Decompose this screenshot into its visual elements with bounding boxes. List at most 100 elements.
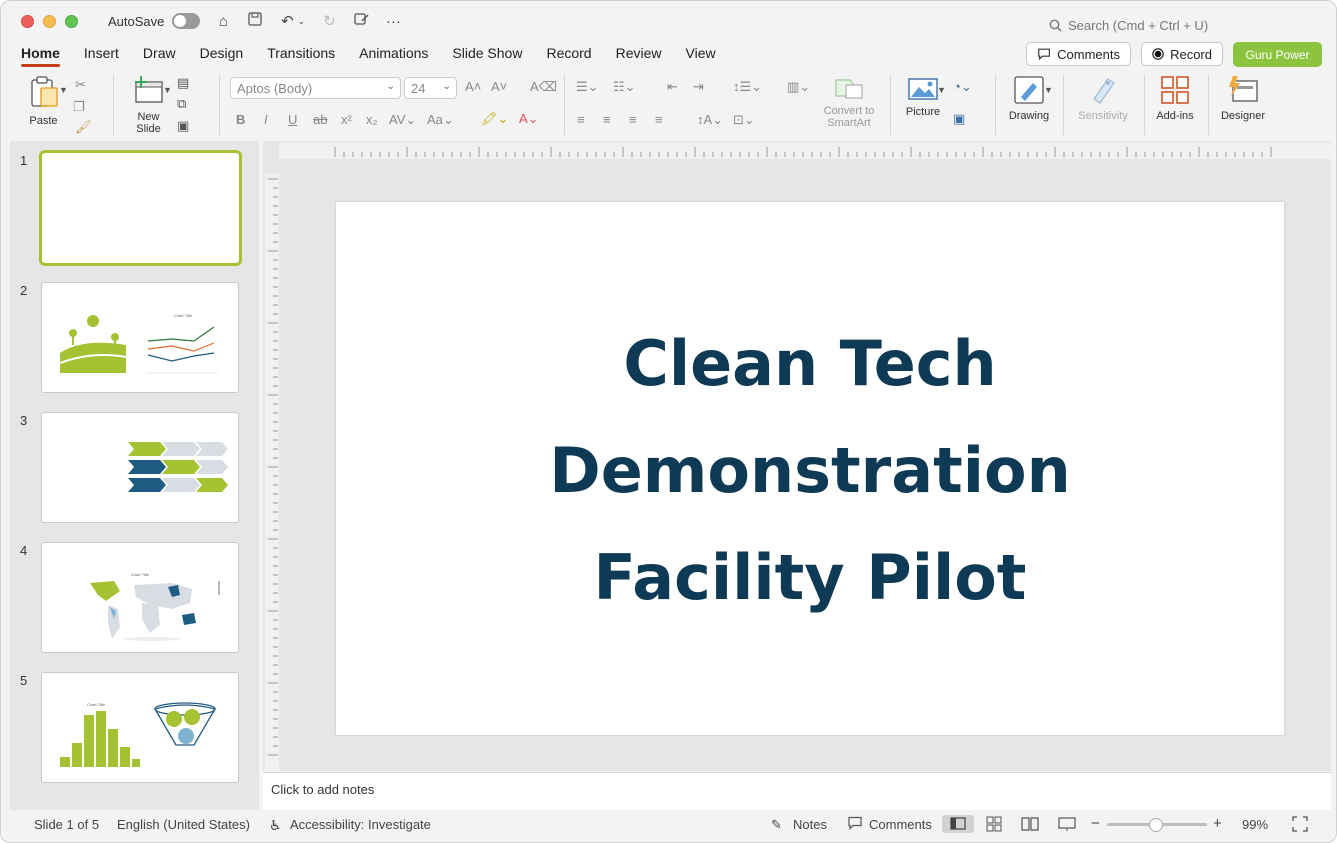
align-left-icon[interactable]: ≡: [577, 112, 585, 127]
highlight-icon[interactable]: 🖍⌄: [481, 111, 508, 127]
text-direction-icon[interactable]: ↕A⌄: [697, 112, 723, 128]
columns-icon[interactable]: ▥⌄: [787, 79, 810, 95]
zoom-in-icon[interactable]: +: [1213, 815, 1222, 832]
tab-slide-show[interactable]: Slide Show: [452, 45, 522, 67]
cut-icon[interactable]: ✂: [75, 77, 86, 93]
align-center-icon[interactable]: ≡: [603, 112, 611, 127]
comments-button[interactable]: Comments: [1026, 42, 1131, 66]
slide-thumbnail-4[interactable]: Chart Title: [41, 542, 239, 653]
fit-to-window-icon[interactable]: [1292, 816, 1308, 835]
notes-toggle-label[interactable]: Notes: [793, 817, 827, 832]
guru-power-button[interactable]: Guru Power: [1233, 42, 1322, 67]
superscript-icon[interactable]: x²: [341, 112, 352, 127]
new-slide-dropdown-icon[interactable]: ▼: [163, 85, 172, 95]
zoom-slider-thumb[interactable]: [1149, 818, 1163, 832]
tab-home[interactable]: Home: [21, 45, 60, 67]
ribbon-separator: [1063, 75, 1064, 135]
layout-icon[interactable]: ▤: [177, 75, 189, 91]
tab-insert[interactable]: Insert: [84, 45, 119, 67]
edit-document-icon[interactable]: [352, 12, 370, 30]
bullets-icon[interactable]: ☰⌄: [576, 79, 599, 95]
zoom-out-icon[interactable]: −: [1091, 815, 1100, 832]
drawing-dropdown-icon[interactable]: ▼: [1044, 85, 1053, 95]
accessibility-status[interactable]: Accessibility: Investigate: [290, 817, 431, 832]
home-icon[interactable]: ⌂: [214, 13, 232, 30]
notes-pane[interactable]: Click to add notes: [263, 772, 1331, 810]
thumbnail-4-graphic: Chart Title: [90, 572, 220, 641]
numbering-icon[interactable]: ☷⌄: [613, 79, 636, 95]
accessibility-icon[interactable]: ♿: [269, 817, 282, 834]
undo-icon[interactable]: ↶: [278, 12, 296, 30]
minimize-window-button[interactable]: [43, 14, 56, 28]
slide-editor[interactable]: Clean Tech Demonstration Facility Pilot: [263, 141, 1331, 771]
language-indicator[interactable]: English (United States): [117, 817, 250, 832]
current-slide[interactable]: Clean Tech Demonstration Facility Pilot: [336, 202, 1284, 735]
underline-icon[interactable]: U: [288, 112, 297, 127]
close-window-button[interactable]: [21, 14, 34, 28]
more-icon[interactable]: ···: [384, 13, 402, 30]
record-button[interactable]: Record: [1141, 42, 1223, 66]
comments-toggle-label[interactable]: Comments: [869, 817, 932, 832]
section-icon[interactable]: ▣: [177, 118, 189, 134]
undo-dropdown-icon[interactable]: ⌄: [296, 16, 306, 27]
picture-dropdown-icon[interactable]: ▼: [937, 85, 946, 95]
slide-thumbnail-panel[interactable]: 1 2 Chart Title 3 4 Chart Title 5 Chart …: [10, 141, 259, 810]
paste-dropdown-icon[interactable]: ▼: [59, 85, 68, 95]
tab-animations[interactable]: Animations: [359, 45, 428, 67]
format-painter-icon[interactable]: 🖌: [75, 119, 92, 135]
strikethrough-icon[interactable]: ab: [313, 112, 327, 127]
autosave-toggle[interactable]: [172, 13, 201, 29]
slide-thumbnail-2[interactable]: Chart Title: [41, 282, 239, 393]
add-ins-button[interactable]: Add-ins: [1151, 75, 1199, 122]
paste-button[interactable]: Paste: [21, 75, 66, 127]
sensitivity-button[interactable]: Sensitivity: [1072, 75, 1134, 122]
decrease-indent-icon[interactable]: ⇤: [667, 79, 678, 95]
font-size-select[interactable]: 24 ⌄: [404, 77, 457, 99]
decrease-font-icon[interactable]: A˅: [491, 79, 507, 94]
justify-icon[interactable]: ≡: [655, 112, 663, 127]
italic-icon[interactable]: I: [264, 112, 268, 127]
search-box[interactable]: Search (Cmd + Ctrl + U): [1049, 18, 1208, 33]
tab-draw[interactable]: Draw: [143, 45, 176, 67]
reset-slide-icon[interactable]: ⧉: [177, 96, 186, 112]
redo-icon[interactable]: ↻: [320, 12, 338, 30]
increase-indent-icon[interactable]: ⇥: [693, 79, 704, 95]
reading-view-icon[interactable]: [1021, 816, 1039, 835]
bold-icon[interactable]: B: [236, 112, 245, 127]
tab-design[interactable]: Design: [200, 45, 244, 67]
tab-record[interactable]: Record: [546, 45, 591, 67]
align-right-icon[interactable]: ≡: [629, 112, 637, 127]
normal-view-button[interactable]: [942, 815, 974, 833]
character-spacing-icon[interactable]: AV⌄: [389, 112, 416, 128]
new-slide-button[interactable]: New Slide: [126, 75, 171, 135]
slide-thumbnail-5[interactable]: Chart Title: [41, 672, 239, 783]
font-name-select[interactable]: Aptos (Body) ⌄: [230, 77, 401, 99]
tab-view[interactable]: View: [686, 45, 716, 67]
designer-button[interactable]: Designer: [1216, 75, 1270, 122]
notes-icon[interactable]: ✎: [771, 817, 782, 833]
line-spacing-icon[interactable]: ↕☰⌄: [733, 79, 762, 95]
zoom-level[interactable]: 99%: [1242, 817, 1268, 832]
save-icon[interactable]: [246, 12, 264, 30]
text-box-icon[interactable]: ▣: [953, 111, 965, 127]
change-case-icon[interactable]: Aa⌄: [427, 112, 454, 128]
tab-transitions[interactable]: Transitions: [267, 45, 335, 67]
font-color-icon[interactable]: A⌄: [519, 111, 539, 127]
subscript-icon[interactable]: x₂: [366, 112, 378, 127]
slide-title[interactable]: Clean Tech Demonstration Facility Pilot: [336, 310, 1284, 631]
align-text-icon[interactable]: ⊡⌄: [733, 112, 755, 128]
slide-thumbnail-1[interactable]: [39, 150, 242, 266]
drawing-button[interactable]: Drawing: [1004, 75, 1054, 122]
shapes-icon[interactable]: ◔⌄: [953, 79, 972, 95]
slide-show-icon[interactable]: [1058, 816, 1076, 835]
convert-smartart-button[interactable]: Convert to SmartArt: [819, 77, 879, 129]
slide-thumbnail-3[interactable]: [41, 412, 239, 523]
tab-review[interactable]: Review: [616, 45, 662, 67]
comments-icon[interactable]: [847, 816, 863, 833]
picture-button[interactable]: Picture: [899, 77, 947, 118]
copy-icon[interactable]: ❐: [73, 99, 85, 115]
increase-font-icon[interactable]: A˄: [465, 79, 481, 94]
maximize-window-button[interactable]: [65, 14, 78, 28]
clear-formatting-icon[interactable]: A⌫: [530, 79, 557, 95]
slide-sorter-icon[interactable]: [986, 816, 1002, 835]
